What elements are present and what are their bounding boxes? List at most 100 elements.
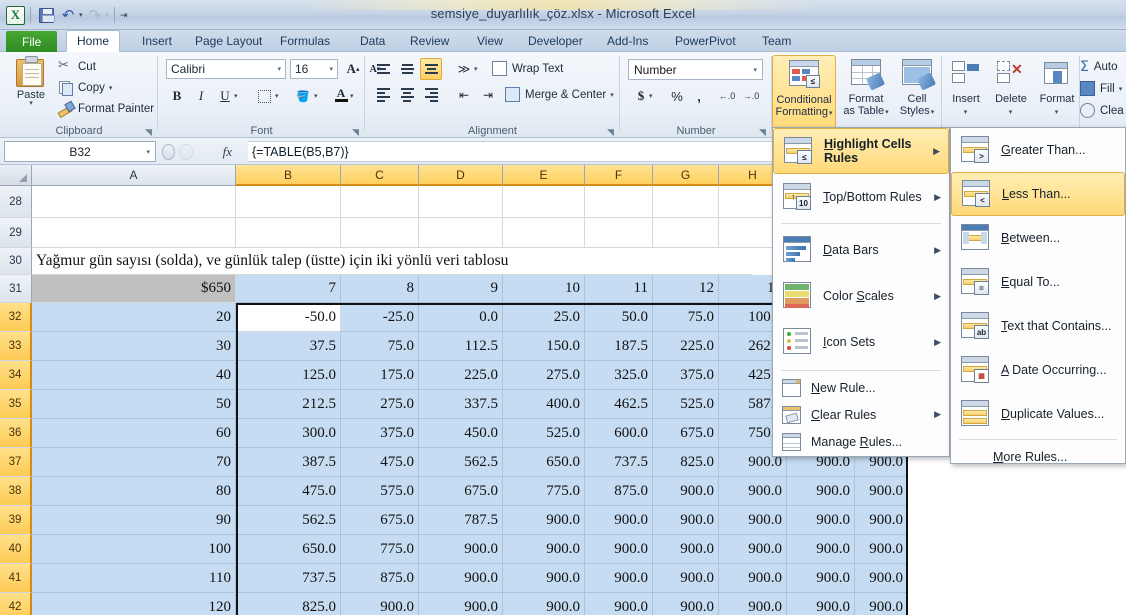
cell-f33[interactable]: 187.5	[585, 332, 653, 361]
cell-d35[interactable]: 337.5	[419, 390, 503, 419]
cf-menu-item-icon-sets[interactable]: Icon Sets ▶	[773, 319, 949, 365]
cell-j42[interactable]: 900.0	[855, 593, 908, 615]
cell-a41[interactable]: 110	[32, 564, 236, 593]
cell-g33[interactable]: 225.0	[653, 332, 719, 361]
column-header-g[interactable]: G	[653, 165, 719, 186]
tab-page-layout[interactable]: Page Layout	[185, 30, 272, 52]
cell-a40[interactable]: 100	[32, 535, 236, 564]
align-bottom-button[interactable]	[420, 58, 442, 80]
cf-menu-item-color-scales[interactable]: Color Scales ▶	[773, 273, 949, 319]
cell-c36[interactable]: 375.0	[341, 419, 419, 448]
cell-h41[interactable]: 900.0	[719, 564, 787, 593]
cell-c32[interactable]: -25.0	[341, 303, 419, 332]
cell-c39[interactable]: 675.0	[341, 506, 419, 535]
merge-center-button[interactable]: Merge & Center ▾	[505, 87, 614, 102]
cell-b32[interactable]: -50.0	[236, 303, 341, 332]
column-header-e[interactable]: E	[503, 165, 585, 186]
alignment-dialog-launcher[interactable]: ◥	[607, 127, 616, 137]
cell-g40[interactable]: 900.0	[653, 535, 719, 564]
cell-i40[interactable]: 900.0	[787, 535, 855, 564]
cell-d40[interactable]: 900.0	[419, 535, 503, 564]
grow-font-button[interactable]: A ▴	[342, 58, 364, 80]
cell-f28[interactable]	[585, 186, 653, 218]
cell-a36[interactable]: 60	[32, 419, 236, 448]
cell-b42[interactable]: 825.0	[236, 593, 341, 615]
cell-b28[interactable]	[236, 186, 341, 218]
cell-g32[interactable]: 75.0	[653, 303, 719, 332]
cell-h39[interactable]: 900.0	[719, 506, 787, 535]
highlight-menu-item-equal-to[interactable]: = Equal To...	[951, 260, 1125, 304]
cf-menu-item-data-bars[interactable]: Data Bars ▶	[773, 227, 949, 273]
borders-dropdown-icon[interactable]: ▾	[275, 92, 279, 100]
cell-g42[interactable]: 900.0	[653, 593, 719, 615]
cell-j39[interactable]: 900.0	[855, 506, 908, 535]
cell-d31[interactable]: 9	[419, 275, 503, 303]
cf-menu-item-manage-rules[interactable]: Manage Rules...	[773, 428, 949, 455]
column-header-d[interactable]: D	[419, 165, 503, 186]
row-header-30[interactable]: 30	[0, 248, 32, 275]
orientation-dropdown-icon[interactable]: ▾	[474, 65, 478, 73]
delete-cells-button[interactable]: ✕ Delete ▾	[988, 55, 1034, 133]
tab-team[interactable]: Team	[752, 30, 801, 52]
cell-i39[interactable]: 900.0	[787, 506, 855, 535]
row-header-31[interactable]: 31	[0, 275, 32, 303]
cell-a28[interactable]	[32, 186, 236, 218]
cell-c29[interactable]	[341, 218, 419, 248]
cell-g34[interactable]: 375.0	[653, 361, 719, 390]
tab-insert[interactable]: Insert	[132, 30, 182, 52]
row-header-42[interactable]: 42	[0, 593, 32, 615]
highlight-menu-item-more-rules[interactable]: More Rules...	[951, 443, 1125, 470]
row-header-28[interactable]: 28	[0, 186, 32, 218]
cell-a42[interactable]: 120	[32, 593, 236, 615]
cell-e41[interactable]: 900.0	[503, 564, 585, 593]
cell-c41[interactable]: 875.0	[341, 564, 419, 593]
cell-c31[interactable]: 8	[341, 275, 419, 303]
borders-button[interactable]	[253, 85, 275, 107]
row-header-37[interactable]: 37	[0, 448, 32, 477]
cell-b39[interactable]: 562.5	[236, 506, 341, 535]
cell-g39[interactable]: 900.0	[653, 506, 719, 535]
column-header-b[interactable]: B	[236, 165, 341, 186]
autosum-button[interactable]: Σ Auto	[1080, 59, 1118, 75]
cell-h42[interactable]: 900.0	[719, 593, 787, 615]
cell-f29[interactable]	[585, 218, 653, 248]
tab-add-ins[interactable]: Add-Ins	[597, 30, 658, 52]
font-size-input[interactable]: 16 ▾	[290, 59, 338, 79]
cell-b35[interactable]: 212.5	[236, 390, 341, 419]
cell-e39[interactable]: 900.0	[503, 506, 585, 535]
cf-menu-item-top-bottom-rules[interactable]: 10 ↑ Top/Bottom Rules ▶	[773, 174, 949, 220]
italic-button[interactable]: I	[190, 85, 212, 107]
cancel-entry-icon[interactable]	[162, 143, 176, 160]
cell-e42[interactable]: 900.0	[503, 593, 585, 615]
name-box-dropdown-icon[interactable]: ▾	[146, 148, 150, 156]
align-middle-button[interactable]	[396, 58, 418, 80]
cell-d29[interactable]	[419, 218, 503, 248]
increase-decimal-button[interactable]: ←.0	[716, 85, 738, 107]
select-all-corner[interactable]	[0, 165, 32, 186]
tab-developer[interactable]: Developer	[518, 30, 593, 52]
cell-d34[interactable]: 225.0	[419, 361, 503, 390]
paste-button[interactable]: Paste ▾	[8, 56, 54, 118]
row-header-40[interactable]: 40	[0, 535, 32, 564]
cell-b31[interactable]: 7	[236, 275, 341, 303]
tab-review[interactable]: Review	[400, 30, 459, 52]
underline-dropdown-icon[interactable]: ▾	[234, 92, 238, 100]
increase-indent-button[interactable]: ⇥	[477, 84, 499, 106]
cell-g29[interactable]	[653, 218, 719, 248]
cell-f32[interactable]: 50.0	[585, 303, 653, 332]
highlight-menu-item-a-date-occurring[interactable]: ▦ A Date Occurring...	[951, 348, 1125, 392]
font-dialog-launcher[interactable]: ◥	[352, 127, 361, 137]
cell-b36[interactable]: 300.0	[236, 419, 341, 448]
cell-c33[interactable]: 75.0	[341, 332, 419, 361]
cell-a30-title[interactable]: Yağmur gün sayısı (solda), ve günlük tal…	[32, 248, 752, 275]
cell-e32[interactable]: 25.0	[503, 303, 585, 332]
cell-b33[interactable]: 37.5	[236, 332, 341, 361]
format-cells-button[interactable]: Format ▾	[1034, 55, 1080, 133]
cell-c35[interactable]: 275.0	[341, 390, 419, 419]
number-format-select[interactable]: Number ▾	[628, 59, 763, 80]
cell-f37[interactable]: 737.5	[585, 448, 653, 477]
cell-j40[interactable]: 900.0	[855, 535, 908, 564]
align-left-button[interactable]	[372, 84, 394, 106]
cell-d32[interactable]: 0.0	[419, 303, 503, 332]
column-header-f[interactable]: F	[585, 165, 653, 186]
